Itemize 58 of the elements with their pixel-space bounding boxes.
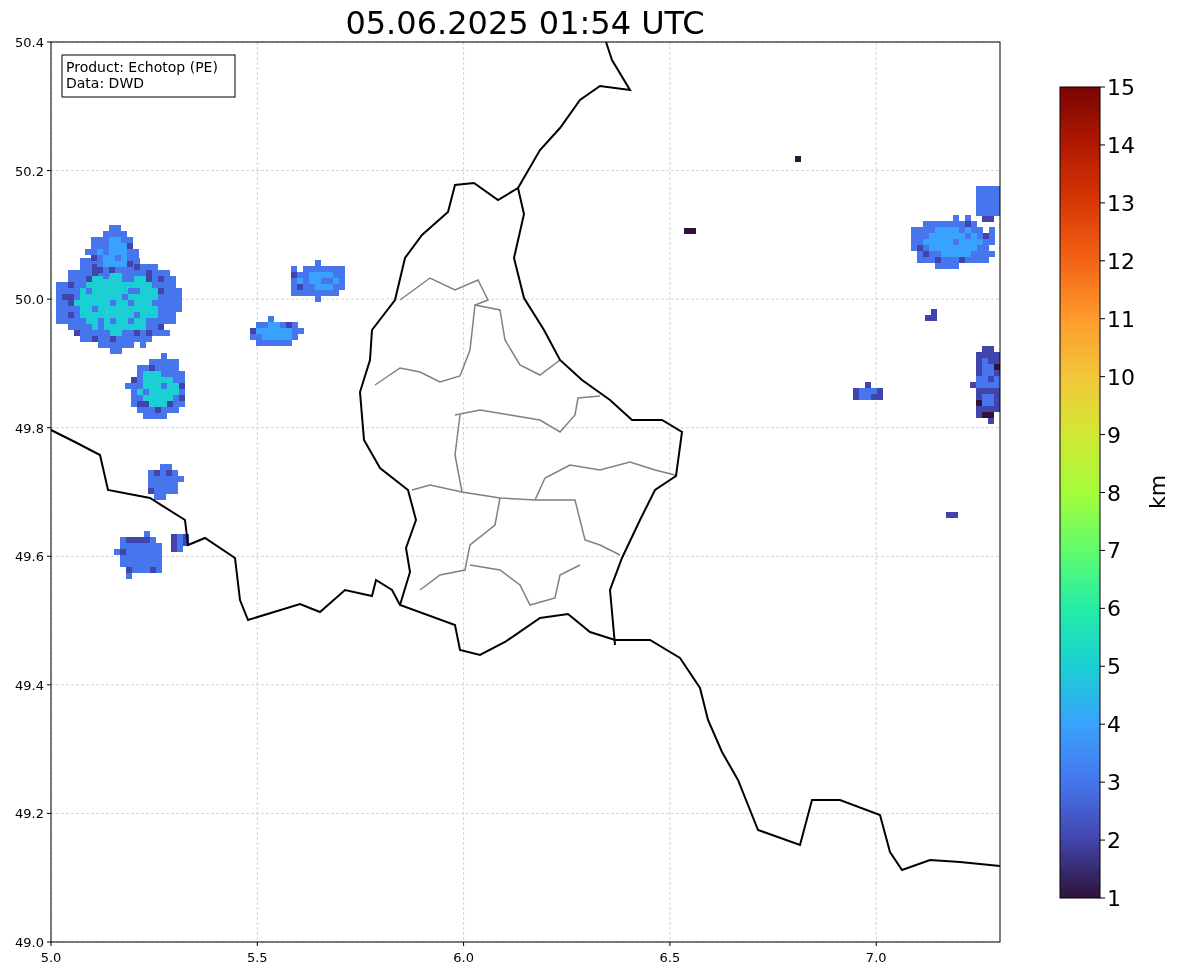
axis-tick-label: 6.0 <box>453 950 474 965</box>
tick-mark <box>1099 492 1106 493</box>
axis-tick-label: 49.4 <box>15 677 44 693</box>
colorbar-tick-label: 2 <box>1107 828 1121 854</box>
tick-mark <box>1099 897 1106 899</box>
colorbar-tick-label: 8 <box>1107 480 1121 506</box>
tick-mark <box>1099 376 1106 378</box>
tick-mark <box>669 941 671 947</box>
tick-mark <box>463 941 465 947</box>
colorbar-tick-label: 3 <box>1107 770 1121 796</box>
tick-mark <box>1099 86 1106 88</box>
tick-mark <box>256 941 258 947</box>
axis-tick-label: 49.8 <box>15 420 44 436</box>
axis-tick-label: 50.4 <box>15 35 44 50</box>
legend-text: Product: Echotop (PE) <box>66 59 218 75</box>
colorbar-label: km <box>1145 474 1170 510</box>
tick-mark <box>1099 839 1106 841</box>
colorbar-tick-label: 15 <box>1107 75 1135 100</box>
axis-tick-label: 49.2 <box>15 806 44 822</box>
axis-tick-label: 50.2 <box>15 163 44 179</box>
colorbar-tick-label: 9 <box>1107 422 1121 448</box>
tick-mark <box>1099 549 1106 551</box>
colorbar-tick-label: 7 <box>1107 538 1121 564</box>
axis-tick-label: 6.5 <box>659 950 681 965</box>
colorbar-tick-label: 11 <box>1107 306 1135 332</box>
axis-tick-label: 5.5 <box>246 950 268 965</box>
tick-mark <box>46 427 52 429</box>
legend-text: Data: DWD <box>66 75 144 91</box>
tick-mark <box>1099 144 1106 146</box>
colorbar-tick-label: 1 <box>1107 886 1121 911</box>
tick-mark <box>46 41 52 43</box>
tick-mark <box>1099 781 1106 783</box>
colorbar-tick-label: 5 <box>1107 654 1121 680</box>
tick-mark <box>1099 434 1106 436</box>
colorbar-tick-label: 4 <box>1107 712 1121 738</box>
axis-tick-label: 49.6 <box>15 549 44 565</box>
axis-tick-label: 49.0 <box>15 935 44 950</box>
tick-mark <box>1099 260 1106 262</box>
tick-mark <box>46 170 52 172</box>
colorbar-tick-label: 13 <box>1107 190 1135 216</box>
axis-tick-label: 50.0 <box>15 292 44 308</box>
tick-mark <box>1099 723 1106 725</box>
plot-title: 05.06.2025 01:54 UTC <box>345 4 705 42</box>
tick-mark <box>1099 665 1106 667</box>
tick-mark <box>1099 318 1106 320</box>
colorbar-tick-label: 14 <box>1107 132 1135 158</box>
tick-mark <box>46 684 52 686</box>
tick-mark <box>46 812 52 814</box>
colorbar-tick-label: 6 <box>1107 596 1121 622</box>
tick-mark <box>875 941 877 947</box>
tick-mark <box>1099 607 1106 609</box>
tick-mark <box>46 555 52 557</box>
colorbar-tick-label: 12 <box>1107 248 1135 274</box>
colorbar-tick-label: 10 <box>1107 364 1135 390</box>
axis-tick-label: 7.0 <box>865 950 887 965</box>
tick-mark <box>46 298 52 300</box>
axis-tick-label: 5.0 <box>40 950 62 965</box>
tick-mark <box>1099 202 1106 204</box>
